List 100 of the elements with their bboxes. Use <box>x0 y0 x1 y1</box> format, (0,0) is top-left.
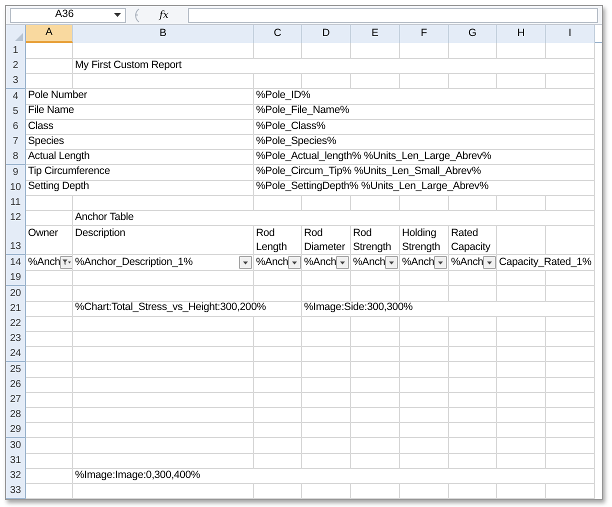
table-cell <box>497 438 546 454</box>
row-header[interactable]: 27 <box>6 392 26 408</box>
row-header[interactable]: 26 <box>6 376 26 393</box>
table-cell <box>546 346 595 362</box>
table-cell <box>449 43 497 59</box>
row-header[interactable]: 11 <box>6 194 26 211</box>
table-cell <box>351 376 400 393</box>
table-cell <box>351 438 400 454</box>
table-cell <box>497 286 546 302</box>
cell-text: %Pole_Actual_length% %Units_Len_Large_Abrev% <box>256 149 492 164</box>
table-cell <box>26 452 73 469</box>
table-cell <box>302 346 351 362</box>
cell-text: %Pole_Circum_Tip% %Units_Len_Small_Abrev% <box>256 164 482 180</box>
row-header[interactable]: 33 <box>6 483 26 499</box>
cell-text: Rod Length <box>256 226 288 254</box>
table-cell <box>400 422 449 438</box>
row-header[interactable]: 22 <box>6 316 26 332</box>
filter-dropdown-button[interactable] <box>60 256 72 270</box>
table-cell <box>497 362 546 378</box>
table-cell <box>400 346 449 362</box>
row-header[interactable]: 31 <box>6 452 26 469</box>
table-cell <box>302 362 351 378</box>
table-cell <box>497 452 546 469</box>
row-header[interactable]: 7 <box>6 134 26 150</box>
row-header[interactable]: 9 <box>6 164 26 180</box>
cell-text: %Pole_Class% <box>256 118 326 134</box>
row-header[interactable]: 23 <box>6 331 26 348</box>
table-cell <box>497 376 546 393</box>
table-cell <box>351 392 400 408</box>
table-cell <box>400 438 449 454</box>
caret-down-icon <box>485 259 494 266</box>
table-cell <box>449 392 497 408</box>
column-header[interactable]: I <box>546 25 595 43</box>
caret-down-icon <box>338 259 348 266</box>
row-header[interactable]: 4 <box>6 88 26 105</box>
filter-dropdown-button[interactable] <box>336 256 350 270</box>
table-cell <box>449 376 497 393</box>
caret-down-icon <box>436 259 446 266</box>
table-cell <box>254 362 302 378</box>
filter-dropdown-button[interactable] <box>288 256 301 270</box>
table-cell <box>546 438 595 454</box>
row-header[interactable]: 8 <box>6 149 26 166</box>
row-header[interactable]: 1 <box>6 43 26 59</box>
row-header[interactable]: 6 <box>6 118 26 135</box>
table-cell <box>26 422 73 438</box>
table-cell <box>254 376 302 393</box>
row-header[interactable]: 32 <box>6 468 26 484</box>
row-header[interactable]: 2 <box>6 58 26 74</box>
name-box[interactable]: A36 <box>10 8 126 22</box>
table-cell <box>351 452 400 469</box>
table-cell <box>449 362 497 378</box>
cell-text: Rod Diameter <box>304 226 346 254</box>
column-header[interactable]: B <box>73 25 254 43</box>
row-header[interactable]: 24 <box>6 346 26 362</box>
cell-text: File Name <box>28 104 76 118</box>
table-cell <box>497 407 546 424</box>
table-cell <box>26 438 73 454</box>
cell-text: Rod Strength <box>353 226 392 254</box>
table-cell <box>449 452 497 469</box>
row-header[interactable]: 28 <box>6 407 26 424</box>
row-header[interactable]: 21 <box>6 300 26 317</box>
column-header[interactable]: F <box>400 25 449 43</box>
table-cell <box>302 392 351 408</box>
column-header[interactable]: D <box>302 25 351 43</box>
cell-text: Description <box>75 226 126 240</box>
column-header[interactable]: H <box>497 25 546 43</box>
row-header[interactable]: 20 <box>6 286 26 302</box>
table-cell <box>254 43 302 59</box>
table-cell <box>449 407 497 424</box>
filter-dropdown-button[interactable] <box>385 256 398 270</box>
table-cell <box>254 392 302 408</box>
row-header[interactable]: 3 <box>6 73 26 90</box>
row-header[interactable]: 13 <box>6 225 26 256</box>
row-header[interactable]: 5 <box>6 104 26 120</box>
table-cell <box>351 362 400 378</box>
cell-text: Pole Number <box>28 88 88 104</box>
table-cell <box>26 43 73 59</box>
row-header[interactable]: 19 <box>6 270 26 286</box>
row-header[interactable]: 30 <box>6 438 26 454</box>
cell-text: %Image:Image:0,300,400% <box>75 468 201 482</box>
column-header[interactable]: E <box>351 25 400 43</box>
row-header[interactable]: 12 <box>6 210 26 226</box>
row-header[interactable]: 29 <box>6 422 26 438</box>
column-header[interactable]: G <box>449 25 497 43</box>
table-cell <box>449 438 497 454</box>
row-header[interactable]: 10 <box>6 180 26 196</box>
table-cell <box>302 452 351 469</box>
row-header[interactable]: 14 <box>6 255 26 272</box>
filter-dropdown-button[interactable] <box>434 256 448 270</box>
filter-dropdown-button[interactable] <box>483 256 496 270</box>
column-header[interactable]: A <box>26 25 73 43</box>
column-header[interactable]: C <box>254 25 302 43</box>
table-cell <box>449 422 497 438</box>
filter-dropdown-button[interactable] <box>239 256 252 270</box>
insert-function-button[interactable]: fx <box>144 8 184 22</box>
filter-funnel-icon <box>62 259 72 266</box>
table-cell <box>302 422 351 438</box>
caret-down-icon <box>387 259 396 266</box>
formula-input-field[interactable] <box>188 8 598 22</box>
row-header[interactable]: 25 <box>6 362 26 378</box>
